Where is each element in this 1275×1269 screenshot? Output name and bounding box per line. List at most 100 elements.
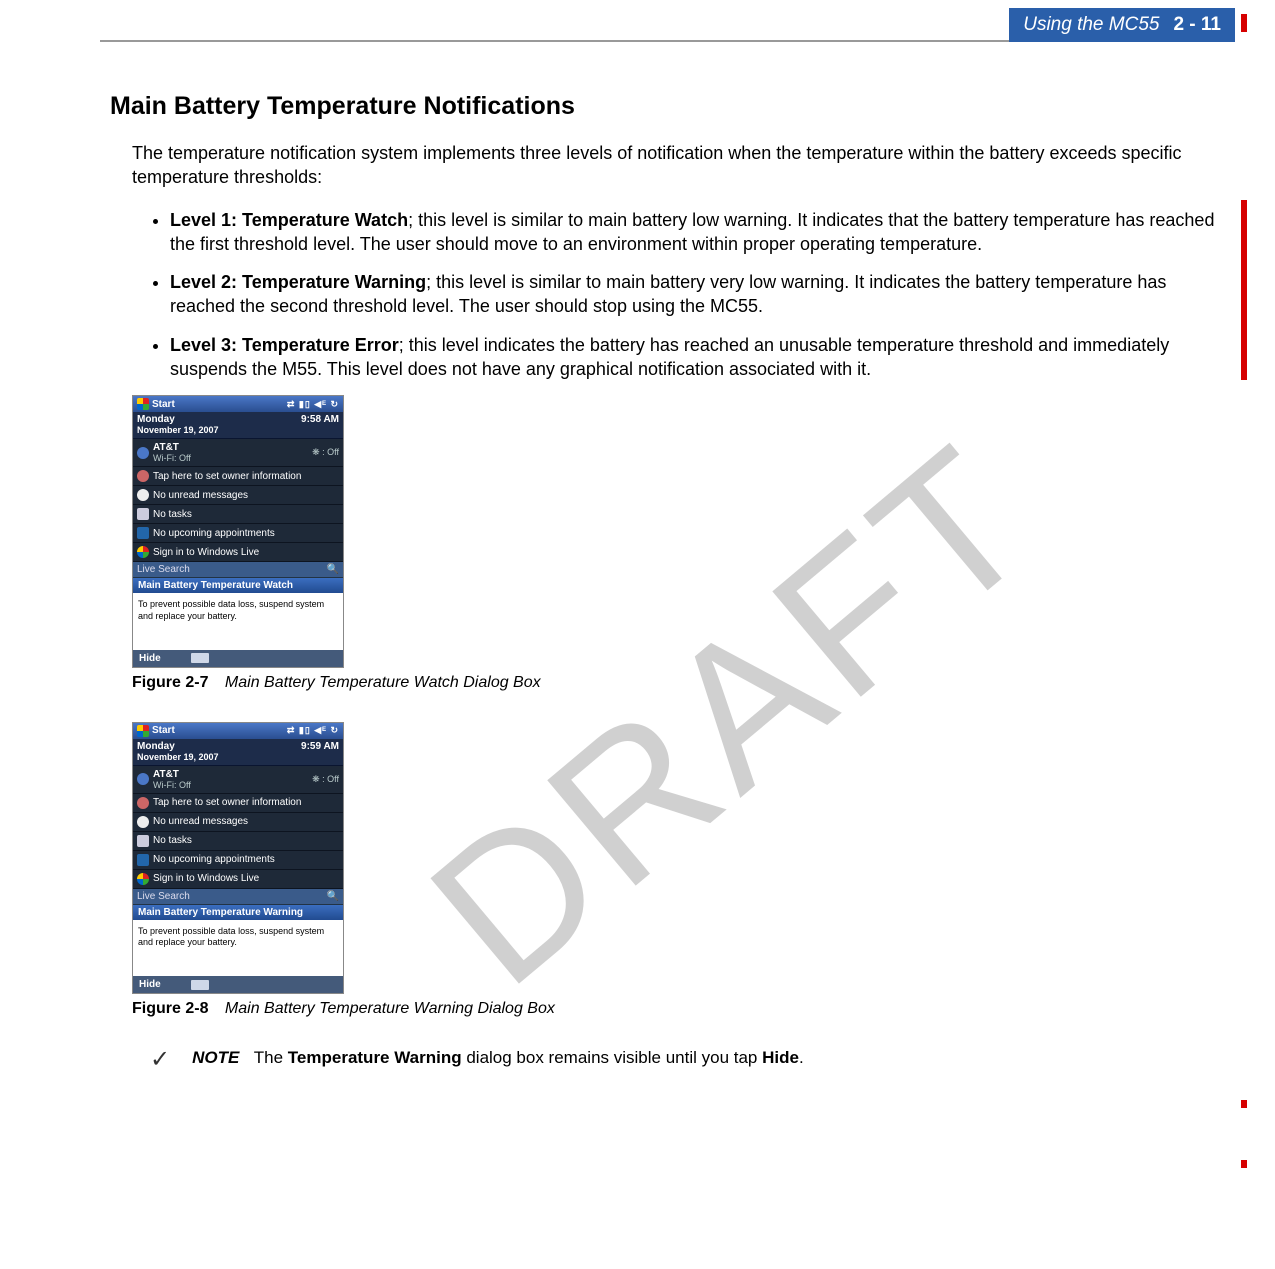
header-title-box: Using the MC55 2 - 11 xyxy=(1009,8,1235,42)
row-text: Tap here to set owner information xyxy=(153,471,301,482)
level-label: Level 3: Temperature Error xyxy=(170,335,399,355)
level-list: Level 1: Temperature Watch; this level i… xyxy=(170,208,1215,382)
page-content: Main Battery Temperature Notifications T… xyxy=(110,92,1215,1072)
date-row[interactable]: Monday November 19, 2007 9:58 AM xyxy=(133,412,343,439)
figure-label: Figure 2-8 xyxy=(132,1000,208,1017)
calendar-icon xyxy=(137,854,149,866)
row-text: No upcoming appointments xyxy=(153,854,275,865)
hide-button[interactable]: Hide xyxy=(139,979,161,990)
today-item-windows-live[interactable]: Sign in to Windows Live xyxy=(133,543,343,562)
today-item-messages[interactable]: No unread messages xyxy=(133,486,343,505)
windows-flag-icon xyxy=(137,398,149,410)
carrier-row[interactable]: AT&T Wi-Fi: Off ❋ : Off xyxy=(133,766,343,794)
page-header: Using the MC55 2 - 11 xyxy=(100,0,1235,42)
carrier-label: AT&T xyxy=(153,769,191,780)
intro-paragraph: The temperature notification system impl… xyxy=(132,141,1215,190)
owner-icon xyxy=(137,470,149,482)
list-item: Level 3: Temperature Error; this level i… xyxy=(170,333,1215,382)
page-number: 2 - 11 xyxy=(1173,14,1221,36)
row-text: Sign in to Windows Live xyxy=(153,873,259,884)
note-mid: dialog box remains visible until you tap xyxy=(462,1048,763,1067)
hide-button[interactable]: Hide xyxy=(139,653,161,664)
start-label: Start xyxy=(152,399,175,410)
note-block: ✓ NOTE The Temperature Warning dialog bo… xyxy=(150,1048,1215,1072)
date-row[interactable]: Monday November 19, 2007 9:59 AM xyxy=(133,739,343,766)
windows-live-icon xyxy=(137,873,149,885)
today-item-owner[interactable]: Tap here to set owner information xyxy=(133,467,343,486)
wm-taskbar: Start ⇄ ▮▯ ◀ᴱ ↻ xyxy=(133,723,343,739)
status-icons: ⇄ ▮▯ ◀ᴱ ↻ xyxy=(287,399,339,410)
keyboard-icon[interactable] xyxy=(191,653,209,663)
today-item-appointments[interactable]: No upcoming appointments xyxy=(133,524,343,543)
carrier-row[interactable]: AT&T Wi-Fi: Off ❋ : Off xyxy=(133,439,343,467)
search-label: Live Search xyxy=(137,564,190,575)
list-item: Level 2: Temperature Warning; this level… xyxy=(170,270,1215,319)
today-item-owner[interactable]: Tap here to set owner information xyxy=(133,794,343,813)
owner-icon xyxy=(137,797,149,809)
level-label: Level 2: Temperature Warning xyxy=(170,272,426,292)
calendar-icon xyxy=(137,527,149,539)
status-icons: ⇄ ▮▯ ◀ᴱ ↻ xyxy=(287,725,339,736)
time-label: 9:59 AM xyxy=(301,741,339,752)
note-bold-1: Temperature Warning xyxy=(288,1048,462,1067)
figure-label: Figure 2-7 xyxy=(132,674,208,691)
note-text: NOTE The Temperature Warning dialog box … xyxy=(192,1048,804,1068)
row-text: Tap here to set owner information xyxy=(153,797,301,808)
note-prefix: The xyxy=(254,1048,288,1067)
change-bar-icon xyxy=(1241,200,1247,380)
keyboard-icon[interactable] xyxy=(191,980,209,990)
dialog-body: To prevent possible data loss, suspend s… xyxy=(133,920,343,977)
document-page: Using the MC55 2 - 11 DRAFT Main Battery… xyxy=(0,0,1275,1269)
softkey-bar: Hide xyxy=(133,650,343,667)
start-button[interactable]: Start xyxy=(137,398,175,410)
change-bar-icon xyxy=(1241,14,1247,32)
today-item-messages[interactable]: No unread messages xyxy=(133,813,343,832)
row-text: No tasks xyxy=(153,835,192,846)
start-label: Start xyxy=(152,725,175,736)
change-bar-icon xyxy=(1241,1160,1247,1168)
day-label: Monday xyxy=(137,414,175,425)
start-button[interactable]: Start xyxy=(137,725,175,737)
change-bar-icon xyxy=(1241,1100,1247,1108)
globe-icon xyxy=(137,773,149,785)
date-label: November 19, 2007 xyxy=(137,752,219,762)
chapter-title: Using the MC55 xyxy=(1023,14,1159,36)
row-text: No tasks xyxy=(153,509,192,520)
tasks-icon xyxy=(137,508,149,520)
day-label: Monday xyxy=(137,741,175,752)
figure-caption: Figure 2-8 Main Battery Temperature Warn… xyxy=(132,1000,1215,1018)
wm-taskbar: Start ⇄ ▮▯ ◀ᴱ ↻ xyxy=(133,396,343,412)
live-search-row[interactable]: Live Search 🔍 xyxy=(133,889,343,905)
today-item-windows-live[interactable]: Sign in to Windows Live xyxy=(133,870,343,889)
search-icon: 🔍 xyxy=(327,564,339,575)
windows-live-icon xyxy=(137,546,149,558)
list-item: Level 1: Temperature Watch; this level i… xyxy=(170,208,1215,257)
dialog-body: To prevent possible data loss, suspend s… xyxy=(133,593,343,650)
softkey-bar: Hide xyxy=(133,976,343,993)
dialog-title: Main Battery Temperature Watch xyxy=(133,578,343,593)
row-text: Sign in to Windows Live xyxy=(153,547,259,558)
note-suffix: . xyxy=(799,1048,804,1067)
figure-text: Main Battery Temperature Watch Dialog Bo… xyxy=(225,674,541,691)
search-icon: 🔍 xyxy=(327,891,339,902)
row-text: No unread messages xyxy=(153,816,248,827)
temperature-warning-dialog: Main Battery Temperature Warning To prev… xyxy=(133,905,343,977)
live-search-row[interactable]: Live Search 🔍 xyxy=(133,562,343,578)
today-item-tasks[interactable]: No tasks xyxy=(133,832,343,851)
mail-icon xyxy=(137,489,149,501)
screenshot-temperature-warning: Start ⇄ ▮▯ ◀ᴱ ↻ Monday November 19, 2007… xyxy=(132,722,344,995)
today-item-appointments[interactable]: No upcoming appointments xyxy=(133,851,343,870)
date-label: November 19, 2007 xyxy=(137,425,219,435)
windows-flag-icon xyxy=(137,725,149,737)
row-text: No unread messages xyxy=(153,490,248,501)
level-label: Level 1: Temperature Watch xyxy=(170,210,408,230)
today-item-tasks[interactable]: No tasks xyxy=(133,505,343,524)
bluetooth-status: ❋ : Off xyxy=(312,774,339,785)
wifi-status: Wi-Fi: Off xyxy=(153,780,191,790)
mail-icon xyxy=(137,816,149,828)
tasks-icon xyxy=(137,835,149,847)
globe-icon xyxy=(137,447,149,459)
dialog-title: Main Battery Temperature Warning xyxy=(133,905,343,920)
screenshot-temperature-watch: Start ⇄ ▮▯ ◀ᴱ ↻ Monday November 19, 2007… xyxy=(132,395,344,668)
section-heading: Main Battery Temperature Notifications xyxy=(110,92,1215,121)
